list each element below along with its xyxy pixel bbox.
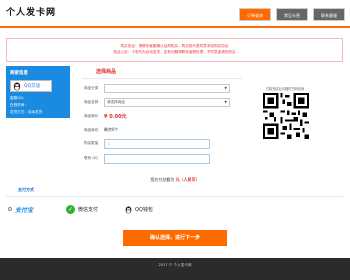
merchant-title: 商家信息	[10, 71, 28, 76]
total-prefix: 您应付总额为	[150, 177, 175, 182]
qr-caption: 付款完成后可随时扫码查询	[265, 87, 305, 91]
section-title: 选择商品	[96, 69, 117, 75]
stock-label: 商品库存	[84, 128, 99, 132]
qq-penguin-icon	[13, 82, 21, 91]
header-divider	[0, 26, 350, 28]
qq-wallet-label: QQ钱包	[135, 206, 153, 213]
notice-line-2: 特此公告：卡密均为自动发货，如有问题请联系客服处理，不同意者请勿购买	[113, 50, 236, 54]
contact-input[interactable]	[104, 154, 210, 164]
qq-chat-button[interactable]: QQ交谈	[10, 80, 52, 92]
qq-penguin-icon	[125, 205, 132, 214]
payment-divider	[6, 196, 343, 197]
section-divider	[82, 78, 242, 79]
contact-label: 联系 QQ	[84, 156, 98, 160]
merchant-qq: 客服QQ：	[10, 96, 27, 100]
total-amount: 您应付总额为 元（人民币）	[0, 177, 350, 183]
wechat-check-icon: ✓	[66, 204, 75, 214]
confirm-next-button[interactable]: 确认选择，进行下一步	[123, 230, 227, 246]
wechat-label: 微信支付	[78, 206, 99, 213]
radio-alipay[interactable]	[8, 207, 12, 211]
price-value: ¥ 0.00元	[104, 114, 127, 120]
header: 个人发卡网 订单查询 常见卡密 联系客服	[0, 0, 350, 26]
price-label: 商品单价	[84, 114, 99, 118]
quantity-input[interactable]: 1	[104, 139, 210, 149]
category-label: 商品分类	[84, 86, 99, 90]
pay-option-alipay[interactable]: 支付宝	[8, 202, 33, 216]
product-label: 商品名称	[84, 100, 99, 104]
product-select[interactable]: 请选择商品 ▼	[104, 98, 230, 107]
nav-common-cards[interactable]: 常见卡密	[276, 8, 308, 21]
merchant-online-time: 在线时间：	[10, 103, 28, 107]
nav-contact-service[interactable]: 联系客服	[313, 8, 345, 21]
chevron-down-icon: ▼	[224, 86, 227, 90]
alipay-logo: 支付宝	[15, 206, 34, 214]
product-value: 请选择商品	[107, 100, 125, 104]
pay-option-qq-wallet[interactable]: QQ钱包	[124, 202, 153, 216]
merchant-delivery: 发货方式：自动发货	[10, 110, 43, 114]
merchant-panel: 商家信息 QQ交谈 客服QQ： 在线时间： 发货方式：自动发货	[6, 66, 70, 118]
total-currency: （人民币）	[179, 177, 200, 182]
notice-box: 购买协议：请联系客服确认后再购买，购买即代表同意本站购买协议 特此公告：卡密均为…	[6, 38, 343, 62]
pay-option-wechat[interactable]: ✓ 微信支付	[66, 202, 98, 216]
stock-value: 剩余0个	[104, 127, 119, 132]
quantity-label: 购买数量	[84, 141, 99, 145]
chevron-down-icon: ▼	[224, 100, 227, 104]
qq-chat-label: QQ交谈	[24, 84, 41, 89]
qr-code-image	[263, 93, 309, 139]
category-select[interactable]: ▼	[104, 84, 230, 93]
site-logo[interactable]: 个人发卡网	[6, 5, 56, 18]
payment-title: 支付方式	[18, 187, 34, 192]
nav-order-query[interactable]: 订单查询	[239, 8, 271, 21]
footer: 2017 © 个人发卡网	[0, 258, 350, 280]
